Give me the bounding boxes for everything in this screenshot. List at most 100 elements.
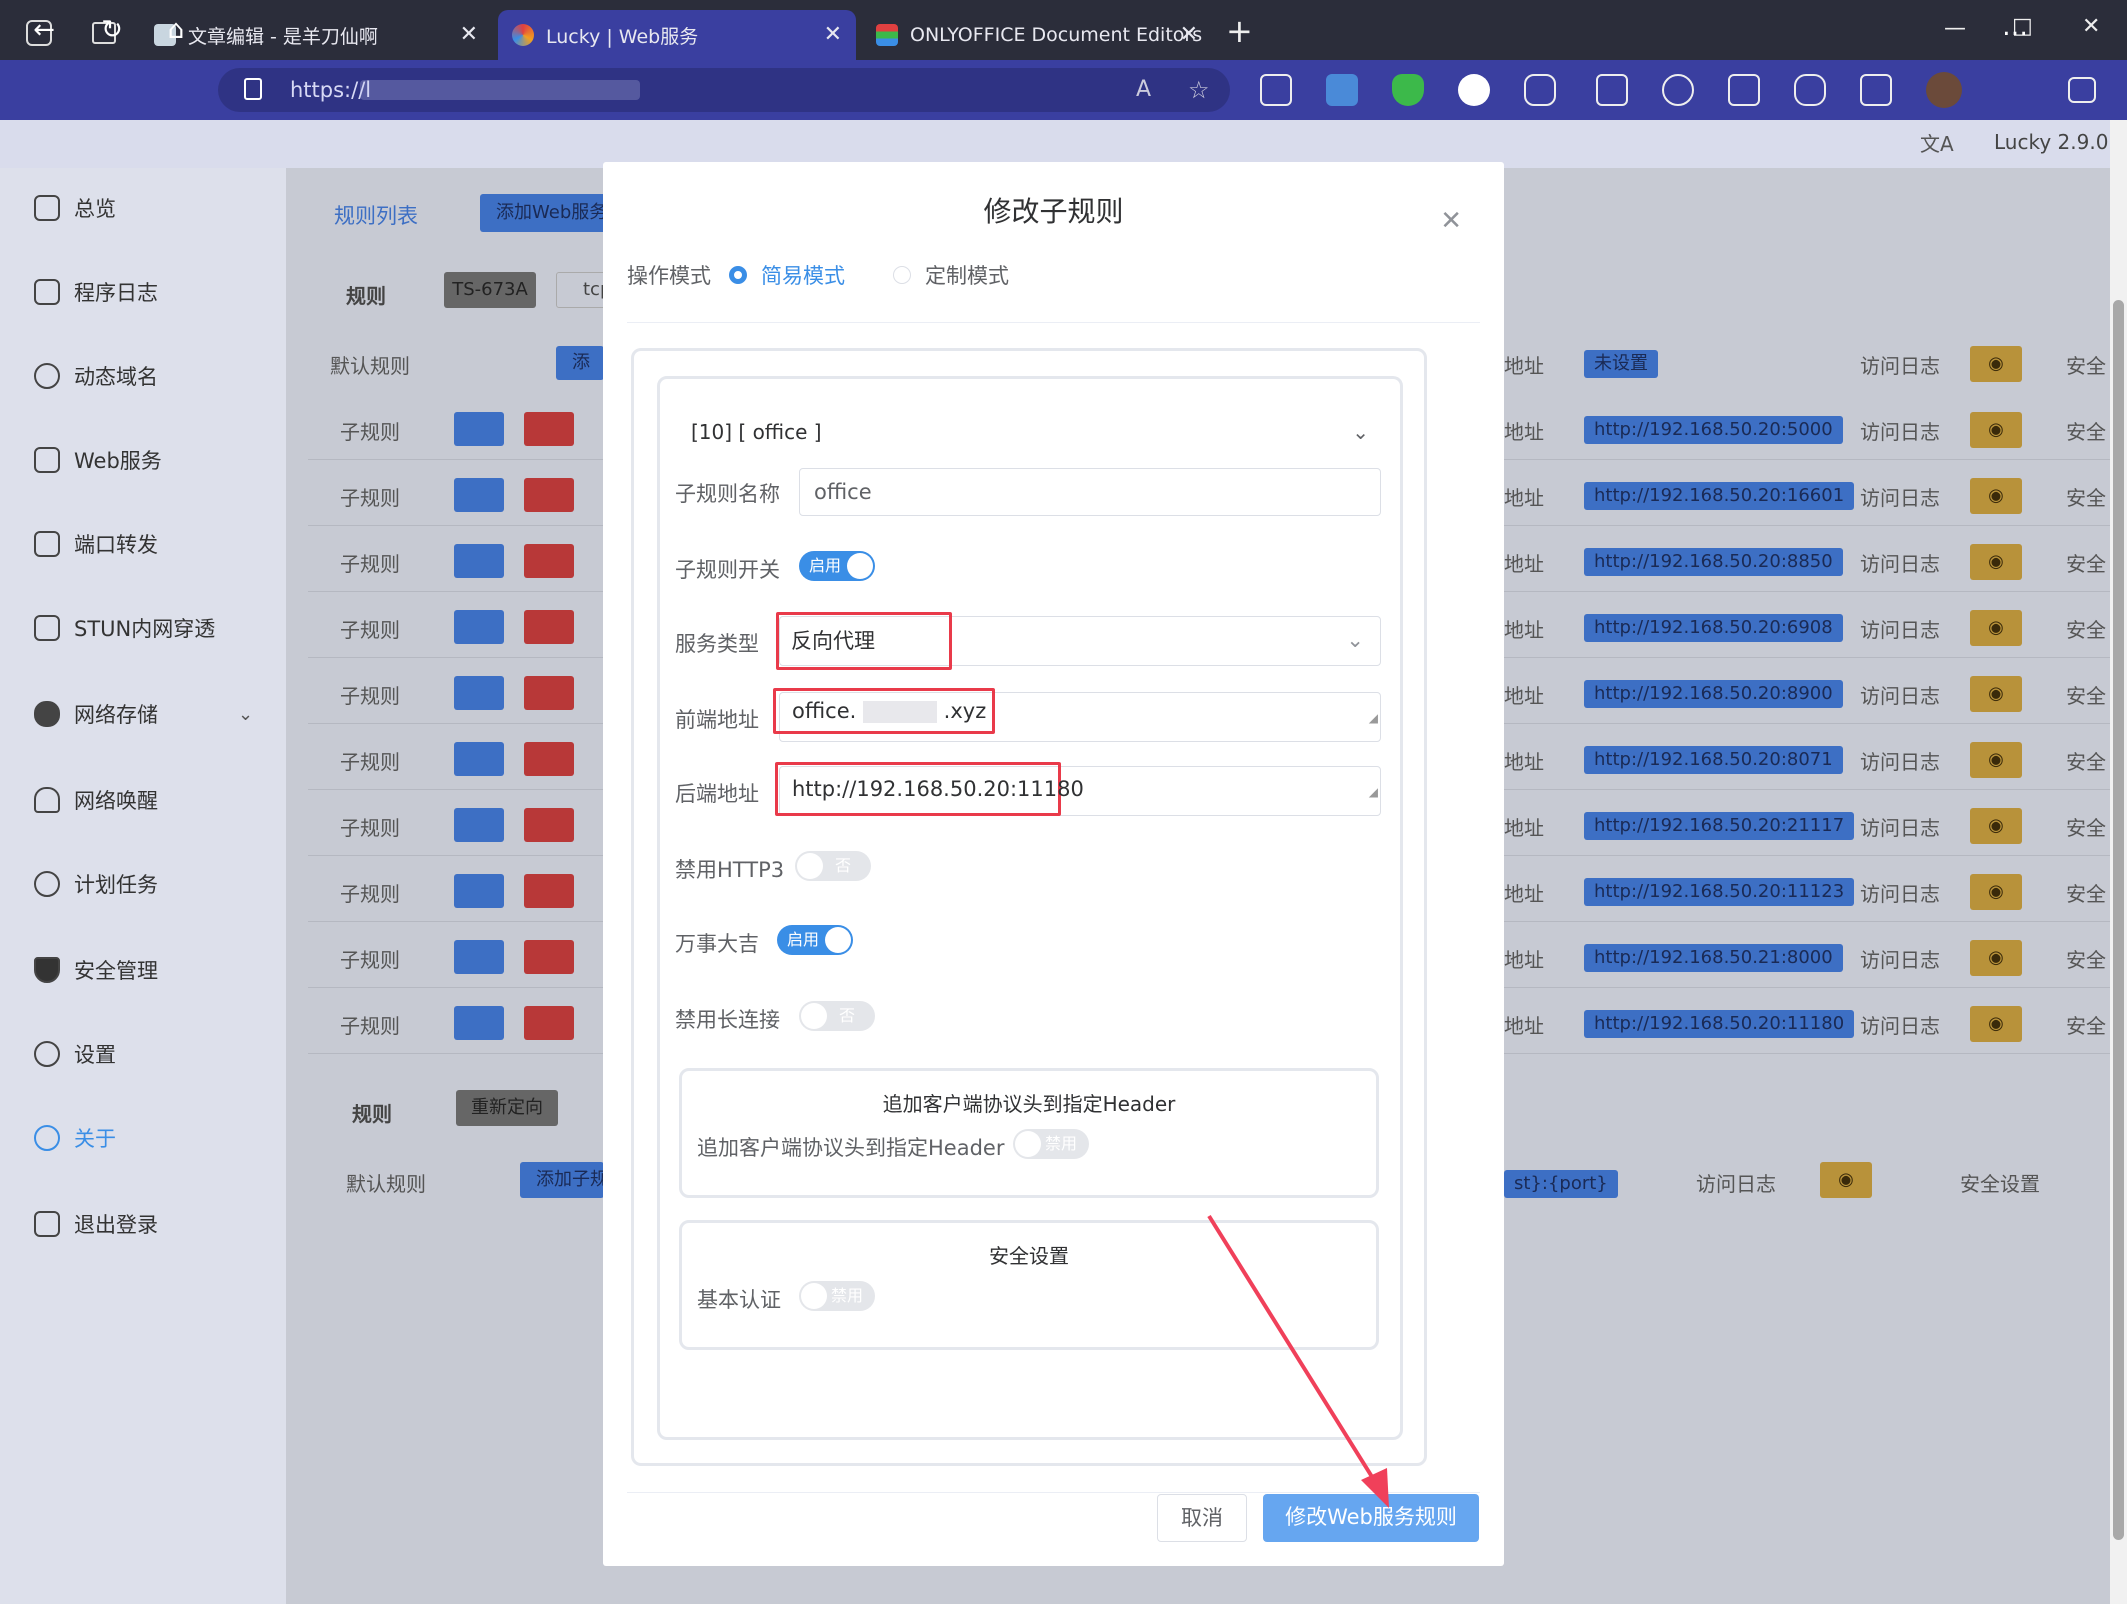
access-log-link[interactable]: 访问日志	[1860, 944, 1940, 973]
edit-button[interactable]	[454, 1006, 504, 1040]
sidebar-item-about[interactable]: 关于	[34, 1118, 116, 1158]
address-bar[interactable]: https://l A ☆	[218, 68, 1230, 112]
sidebar-item-stun[interactable]: STUN内网穿透	[34, 608, 215, 648]
eye-icon[interactable]: ◉	[1970, 676, 2022, 712]
extension-icon[interactable]	[1458, 74, 1490, 106]
favorites-icon[interactable]	[1662, 74, 1694, 106]
access-log-link[interactable]: 访问日志	[1860, 350, 1940, 379]
sidebar-icon[interactable]	[1860, 74, 1892, 106]
scrollbar-thumb[interactable]	[2113, 300, 2124, 1540]
eye-icon[interactable]: ◉	[1970, 544, 2022, 580]
translate-icon[interactable]: 文A	[1920, 128, 1954, 157]
rule2-access-log[interactable]: 访问日志	[1696, 1168, 1776, 1197]
split-screen-icon[interactable]	[1596, 74, 1628, 106]
rule2-add-button[interactable]: 添加子规	[520, 1162, 604, 1198]
access-log-link[interactable]: 访问日志	[1860, 614, 1940, 643]
edit-button[interactable]	[454, 742, 504, 776]
eye-icon[interactable]: ◉	[1970, 346, 2022, 382]
collections-icon[interactable]	[1728, 74, 1760, 106]
rule2-security[interactable]: 安全设置	[1960, 1168, 2040, 1197]
access-log-link[interactable]: 访问日志	[1860, 746, 1940, 775]
access-log-link[interactable]: 访问日志	[1860, 482, 1940, 511]
address-col: 地址	[1504, 486, 1544, 510]
tab-lucky[interactable]: Lucky | Web服务 ✕	[498, 10, 856, 60]
sub-rule-label: 子规则	[340, 1014, 400, 1038]
sidebar-item-security[interactable]: 安全管理	[34, 950, 158, 990]
eye-icon[interactable]: ◉	[1970, 1006, 2022, 1042]
delete-button[interactable]	[524, 1006, 574, 1040]
close-tab-icon[interactable]: ✕	[1180, 22, 1198, 47]
extension-shield-icon[interactable]	[1392, 74, 1424, 106]
tab-add-web-service[interactable]: 添加Web服务	[480, 194, 610, 232]
sidebar-item-logs[interactable]: 程序日志	[34, 272, 158, 312]
backend-badge: http://192.168.50.20:8071	[1584, 746, 1843, 774]
edit-button[interactable]	[454, 676, 504, 710]
access-log-link[interactable]: 访问日志	[1860, 548, 1940, 577]
edit-button[interactable]	[454, 478, 504, 512]
eye-icon[interactable]: ◉	[1970, 808, 2022, 844]
eye-icon[interactable]: ◉	[1970, 874, 2022, 910]
eye-icon[interactable]: ◉	[1820, 1162, 1872, 1198]
new-tab-button[interactable]: +	[1226, 12, 1253, 50]
favorite-star-icon[interactable]: ☆	[1188, 68, 1210, 112]
delete-button[interactable]	[524, 610, 574, 644]
close-window-button[interactable]: ✕	[2082, 14, 2100, 39]
edit-button[interactable]	[454, 874, 504, 908]
refresh-icon[interactable]: ↻	[92, 13, 132, 47]
delete-button[interactable]	[524, 808, 574, 842]
delete-button[interactable]	[524, 478, 574, 512]
sidebar-item-ddns[interactable]: 动态域名	[34, 356, 158, 396]
edit-button[interactable]	[454, 940, 504, 974]
sidebar-item-tasks[interactable]: 计划任务	[34, 864, 158, 904]
sidebar-item-storage[interactable]: 网络存储 ⌄	[34, 694, 253, 734]
access-log-link[interactable]: 访问日志	[1860, 680, 1940, 709]
eye-icon[interactable]: ◉	[1970, 412, 2022, 448]
delete-button[interactable]	[524, 874, 574, 908]
edit-button[interactable]	[454, 412, 504, 446]
sidebar-item-web[interactable]: Web服务	[34, 440, 162, 480]
default-rule-label: 默认规则	[330, 354, 410, 378]
extensions-puzzle-icon[interactable]	[1524, 74, 1556, 106]
extension-icon[interactable]	[1260, 74, 1292, 106]
access-log-link[interactable]: 访问日志	[1860, 878, 1940, 907]
minimize-button[interactable]: —	[1944, 16, 1966, 41]
sub-rule-label: 子规则	[340, 684, 400, 708]
tab-rule-list[interactable]: 规则列表	[334, 200, 418, 230]
close-tab-icon[interactable]: ✕	[460, 22, 478, 47]
eye-icon[interactable]: ◉	[1970, 610, 2022, 646]
delete-button[interactable]	[524, 742, 574, 776]
tab-onlyoffice[interactable]: ONLYOFFICE Document Editors ✕	[862, 10, 1212, 60]
sidebar-item-overview[interactable]: 总览	[34, 188, 116, 228]
chevron-down-icon[interactable]: ⌄	[238, 704, 253, 725]
extension-icon[interactable]	[1326, 74, 1358, 106]
read-aloud-icon[interactable]: A	[1136, 68, 1151, 112]
sidebar-item-wol[interactable]: 网络唤醒	[34, 780, 158, 820]
access-log-link[interactable]: 访问日志	[1860, 1010, 1940, 1039]
delete-button[interactable]	[524, 544, 574, 578]
sidebar-item-port-forward[interactable]: 端口转发	[34, 524, 158, 564]
edit-button[interactable]	[454, 808, 504, 842]
eye-icon[interactable]: ◉	[1970, 742, 2022, 778]
address-col: 地址	[1504, 882, 1544, 906]
add-subrule-button[interactable]: 添加	[556, 346, 604, 380]
delete-button[interactable]	[524, 940, 574, 974]
sidebar-item-logout[interactable]: 退出登录	[34, 1204, 158, 1244]
eye-icon[interactable]: ◉	[1970, 940, 2022, 976]
logout-icon	[34, 1211, 60, 1237]
access-log-link[interactable]: 访问日志	[1860, 416, 1940, 445]
back-icon[interactable]: ←	[24, 13, 64, 47]
delete-button[interactable]	[524, 412, 574, 446]
delete-button[interactable]	[524, 676, 574, 710]
close-tab-icon[interactable]: ✕	[824, 22, 842, 47]
health-icon[interactable]	[1794, 74, 1826, 106]
profile-avatar[interactable]	[1926, 72, 1962, 108]
edit-button[interactable]	[454, 610, 504, 644]
edit-button[interactable]	[454, 544, 504, 578]
stun-icon	[34, 615, 60, 641]
eye-icon[interactable]: ◉	[1970, 478, 2022, 514]
sidebar-item-settings[interactable]: 设置	[34, 1034, 116, 1074]
more-menu-icon[interactable]: …	[1995, 10, 2035, 44]
copilot-icon[interactable]	[2068, 77, 2096, 103]
access-log-link[interactable]: 访问日志	[1860, 812, 1940, 841]
home-icon[interactable]: ⌂	[156, 13, 196, 47]
